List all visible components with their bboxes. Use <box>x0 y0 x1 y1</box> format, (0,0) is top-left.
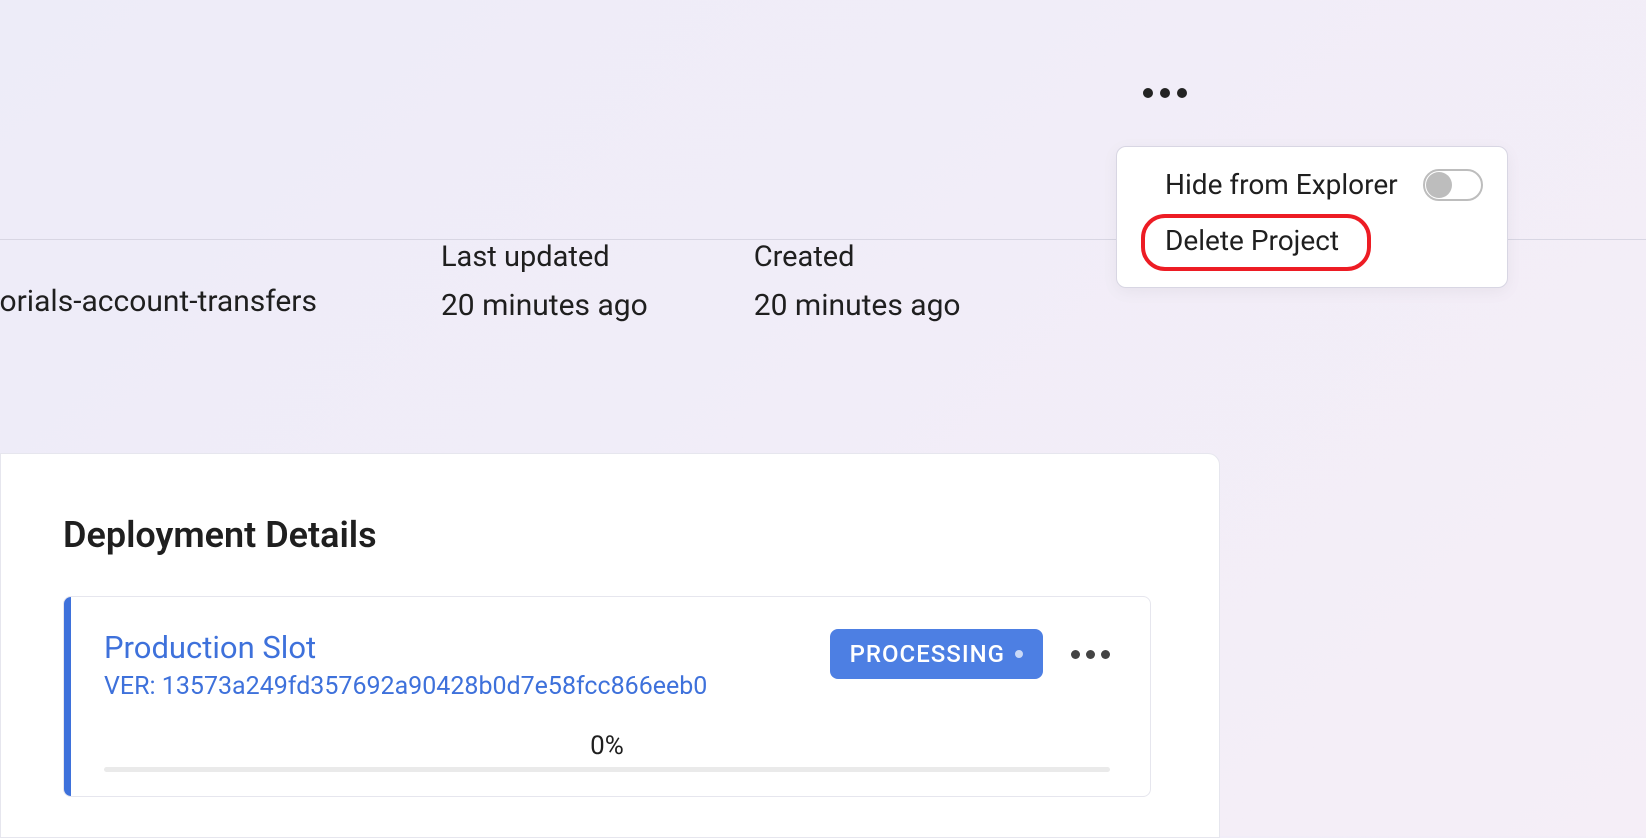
production-slot-card: Production Slot VER: 13573a249fd357692a9… <box>63 596 1151 797</box>
hide-from-explorer-label: Hide from Explorer <box>1165 168 1398 201</box>
slot-version[interactable]: VER: 13573a249fd357692a90428b0d7e58fcc86… <box>104 672 830 701</box>
progress-bar <box>104 767 1110 772</box>
created-value: 20 minutes ago <box>754 288 961 323</box>
last-updated-value: 20 minutes ago <box>441 288 648 323</box>
status-badge-label: PROCESSING <box>850 640 1005 668</box>
slot-title[interactable]: Production Slot <box>104 629 830 666</box>
more-options-icon[interactable] <box>1143 88 1187 98</box>
slot-more-icon[interactable] <box>1071 650 1110 659</box>
hide-toggle[interactable] <box>1423 169 1483 201</box>
project-options-menu: Hide from Explorer Delete Project <box>1116 146 1508 288</box>
project-name: torials-account-transfers <box>0 240 317 319</box>
deployment-details-card: Deployment Details Production Slot VER: … <box>0 453 1220 838</box>
progress-percent: 0% <box>104 731 1110 761</box>
toggle-knob <box>1426 172 1452 198</box>
status-badge: PROCESSING <box>830 629 1043 679</box>
hide-from-explorer-item[interactable]: Hide from Explorer <box>1117 161 1507 208</box>
last-updated-label: Last updated <box>441 240 648 274</box>
status-dot-icon <box>1015 650 1023 658</box>
delete-project-item[interactable]: Delete Project <box>1141 214 1371 271</box>
deployment-details-title: Deployment Details <box>63 514 1151 556</box>
created-label: Created <box>754 240 961 274</box>
delete-project-label: Delete Project <box>1165 224 1339 257</box>
